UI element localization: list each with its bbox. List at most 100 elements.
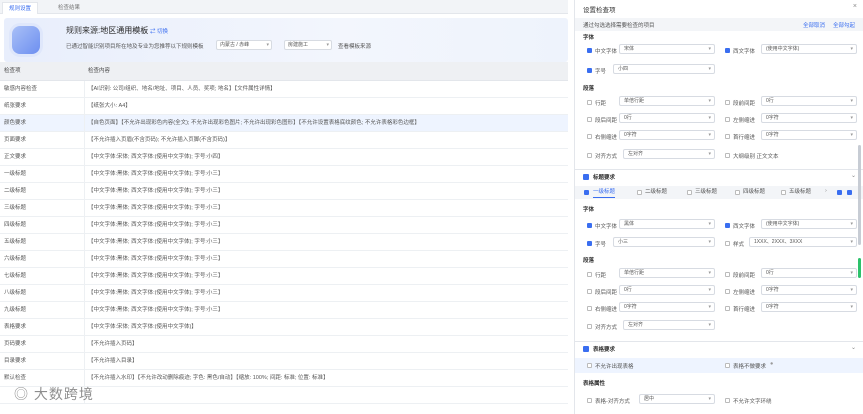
check-content-cell: 【不允许插入页眉(不含页码); 不允许插入页脚(不含页码)】 <box>88 137 231 143</box>
check-content-cell: 【纸张大小: A4】 <box>88 103 131 109</box>
heading-tab-checkbox[interactable] <box>584 190 589 195</box>
body-cn-font-checkbox[interactable] <box>587 48 592 53</box>
table-row[interactable]: 二级标题 【中文字体:黑体; 西文字体:(使用中文字体); 字号:小三】 <box>0 183 568 200</box>
no-table-checkbox[interactable] <box>587 363 592 368</box>
heading-para-checkbox[interactable] <box>725 289 730 294</box>
table-row[interactable]: 纸张要求 【纸张大小: A4】 <box>0 98 568 115</box>
body-en-font-select[interactable]: (使用中文字体) <box>761 44 857 54</box>
heading-para-select[interactable]: 0字符 <box>761 285 857 295</box>
heading-para-select[interactable]: 0行 <box>761 268 857 278</box>
cancel-all-button[interactable]: 全部取消 <box>803 21 825 29</box>
table-row[interactable]: 五级标题 【中文字体:黑体; 西文字体:(使用中文字体); 字号:小三】 <box>0 234 568 251</box>
table-row[interactable]: 一级标题 【中文字体:黑体; 西文字体:(使用中文字体); 字号:小三】 <box>0 166 568 183</box>
tab-heading-1[interactable]: 一级标题 <box>593 186 616 198</box>
body-para-select[interactable]: 0字符 <box>761 113 857 123</box>
check-content-cell: 【中文字体:宋体; 西文字体:(使用中文字体); 字号:小四】 <box>88 154 224 160</box>
heading-style-label: 样式 <box>733 242 745 248</box>
heading-align-checkbox[interactable] <box>587 324 592 329</box>
tab-rule-settings[interactable]: 规则设置 <box>2 2 39 14</box>
check-item-cell: 四级标题 <box>4 222 27 228</box>
heading-cn-font-checkbox[interactable] <box>587 223 592 228</box>
panel-scrollbar[interactable] <box>858 145 861 245</box>
table-row[interactable]: 表格要求 【中文字体:宋体; 西文字体:(使用中文字体)】 <box>0 319 568 336</box>
table-row[interactable]: 九级标题 【中文字体:黑体; 西文字体:(使用中文字体); 字号:小三】 <box>0 302 568 319</box>
heading-tab-checkbox[interactable] <box>735 190 740 195</box>
info-icon[interactable]: ● <box>770 361 773 367</box>
tab-heading-4[interactable]: 四级标题 <box>743 186 765 198</box>
table-row[interactable]: 八级标题 【中文字体:黑体; 西文字体:(使用中文字体); 字号:小三】 <box>0 285 568 302</box>
view-template-source-link[interactable]: 查看模板来源 <box>338 42 371 50</box>
body-para-select[interactable]: 0字符 <box>619 130 715 140</box>
heading-para-select[interactable]: 0行 <box>619 285 715 295</box>
body-para-checkbox[interactable] <box>725 134 730 139</box>
table-section-header[interactable]: 表格要求 ⌄ <box>575 341 863 355</box>
body-para-select[interactable]: 0字符 <box>761 130 857 140</box>
heading-align-select[interactable]: 左对齐 <box>623 320 715 330</box>
heading-cn-font-select[interactable]: 黑体 <box>619 219 715 229</box>
body-align-select[interactable]: 左对齐 <box>623 149 715 159</box>
heading-style-select[interactable]: 1XXX、2XXX、3XXX <box>749 237 857 247</box>
heading-tabs-prev-button[interactable] <box>837 190 842 195</box>
close-icon[interactable]: × <box>853 3 857 10</box>
table-row[interactable]: 颜色要求 【自色页面】【不允许出现彩色内容(全文); 不允许出现彩色图片; 不允许… <box>0 115 568 132</box>
heading-para-select[interactable]: 0字符 <box>619 302 715 312</box>
heading-para-checkbox[interactable] <box>587 272 592 277</box>
heading-style-checkbox[interactable] <box>725 241 730 246</box>
switch-template-link[interactable]: ⇄ 切换 <box>150 27 168 35</box>
heading-section-header[interactable]: 标题要求 ⌄ <box>575 169 863 183</box>
table-row[interactable]: 页码要求 【不允许插入页码】 <box>0 336 568 353</box>
table-no-req-checkbox[interactable] <box>725 363 730 368</box>
heading-tab-checkbox[interactable] <box>637 190 642 195</box>
body-para-checkbox[interactable] <box>587 100 592 105</box>
heading-para-select[interactable]: 0字符 <box>761 302 857 312</box>
heading-en-font-select[interactable]: (使用中文字体) <box>761 219 857 229</box>
heading-size-select[interactable]: 小三 <box>613 237 715 247</box>
body-size-select[interactable]: 小四 <box>613 64 715 74</box>
body-para-checkbox[interactable] <box>725 100 730 105</box>
tab-check-results[interactable]: 检查结果 <box>52 2 86 14</box>
table-row[interactable]: 敏感内容检查 【AI识别: 公司/组织、地名/地址、项目、人员、奖项; 地名】【文… <box>0 81 568 98</box>
no-wrap-checkbox[interactable] <box>725 398 730 403</box>
region-select[interactable]: 内蒙古 / 赤峰 <box>216 40 272 50</box>
tab-heading-2[interactable]: 二级标题 <box>645 186 667 198</box>
table-row[interactable]: 正文要求 【中文字体:宋体; 西文字体:(使用中文字体); 字号:小四】 <box>0 149 568 166</box>
select-all-button[interactable]: 全部勾起 <box>833 21 855 29</box>
tab-heading-3[interactable]: 三级标题 <box>695 186 717 198</box>
heading-para-checkbox[interactable] <box>725 272 730 277</box>
chevron-right-icon[interactable]: › <box>825 188 827 194</box>
heading-en-font-checkbox[interactable] <box>725 223 730 228</box>
table-align-select[interactable]: 居中 <box>639 394 715 404</box>
heading-para-checkbox[interactable] <box>587 306 592 311</box>
body-size-checkbox[interactable] <box>587 68 592 73</box>
body-align-checkbox[interactable] <box>587 153 592 158</box>
heading-para-checkbox[interactable] <box>725 306 730 311</box>
body-para-select[interactable]: 0行 <box>761 96 857 106</box>
table-align-checkbox[interactable] <box>587 398 592 403</box>
body-para-select[interactable]: 单倍行距 <box>619 96 715 106</box>
body-cn-font-select[interactable]: 宋体 <box>619 44 715 54</box>
chevron-down-icon[interactable]: ⌄ <box>851 172 856 179</box>
body-outline-checkbox[interactable] <box>725 153 730 158</box>
body-para-checkbox[interactable] <box>587 117 592 122</box>
table-row[interactable]: 目录要求 【不允许插入目录】 <box>0 353 568 370</box>
heading-para-checkbox[interactable] <box>587 289 592 294</box>
heading-para-select[interactable]: 单倍行距 <box>619 268 715 278</box>
discipline-select[interactable]: 房建施工 <box>284 40 332 50</box>
table-row[interactable]: 三级标题 【中文字体:黑体; 西文字体:(使用中文字体); 字号:小三】 <box>0 200 568 217</box>
table-section-checkbox[interactable] <box>583 346 589 352</box>
heading-tab-checkbox[interactable] <box>781 190 786 195</box>
table-row[interactable]: 六级标题 【中文字体:黑体; 西文字体:(使用中文字体); 字号:小三】 <box>0 251 568 268</box>
table-row[interactable]: 七级标题 【中文字体:黑体; 西文字体:(使用中文字体); 字号:小三】 <box>0 268 568 285</box>
body-en-font-checkbox[interactable] <box>725 48 730 53</box>
table-row[interactable]: 页面要求 【不允许插入页眉(不含页码); 不允许插入页脚(不含页码)】 <box>0 132 568 149</box>
tab-heading-5[interactable]: 五级标题 <box>789 186 811 198</box>
body-para-select[interactable]: 0行 <box>619 113 715 123</box>
heading-section-checkbox[interactable] <box>583 174 589 180</box>
chevron-down-icon[interactable]: ⌄ <box>851 344 856 351</box>
heading-tabs-next-button[interactable] <box>847 190 852 195</box>
heading-tab-checkbox[interactable] <box>687 190 692 195</box>
table-row[interactable]: 四级标题 【中文字体:黑体; 西文字体:(使用中文字体); 字号:小三】 <box>0 217 568 234</box>
body-para-checkbox[interactable] <box>587 134 592 139</box>
heading-size-checkbox[interactable] <box>587 241 592 246</box>
body-para-checkbox[interactable] <box>725 117 730 122</box>
